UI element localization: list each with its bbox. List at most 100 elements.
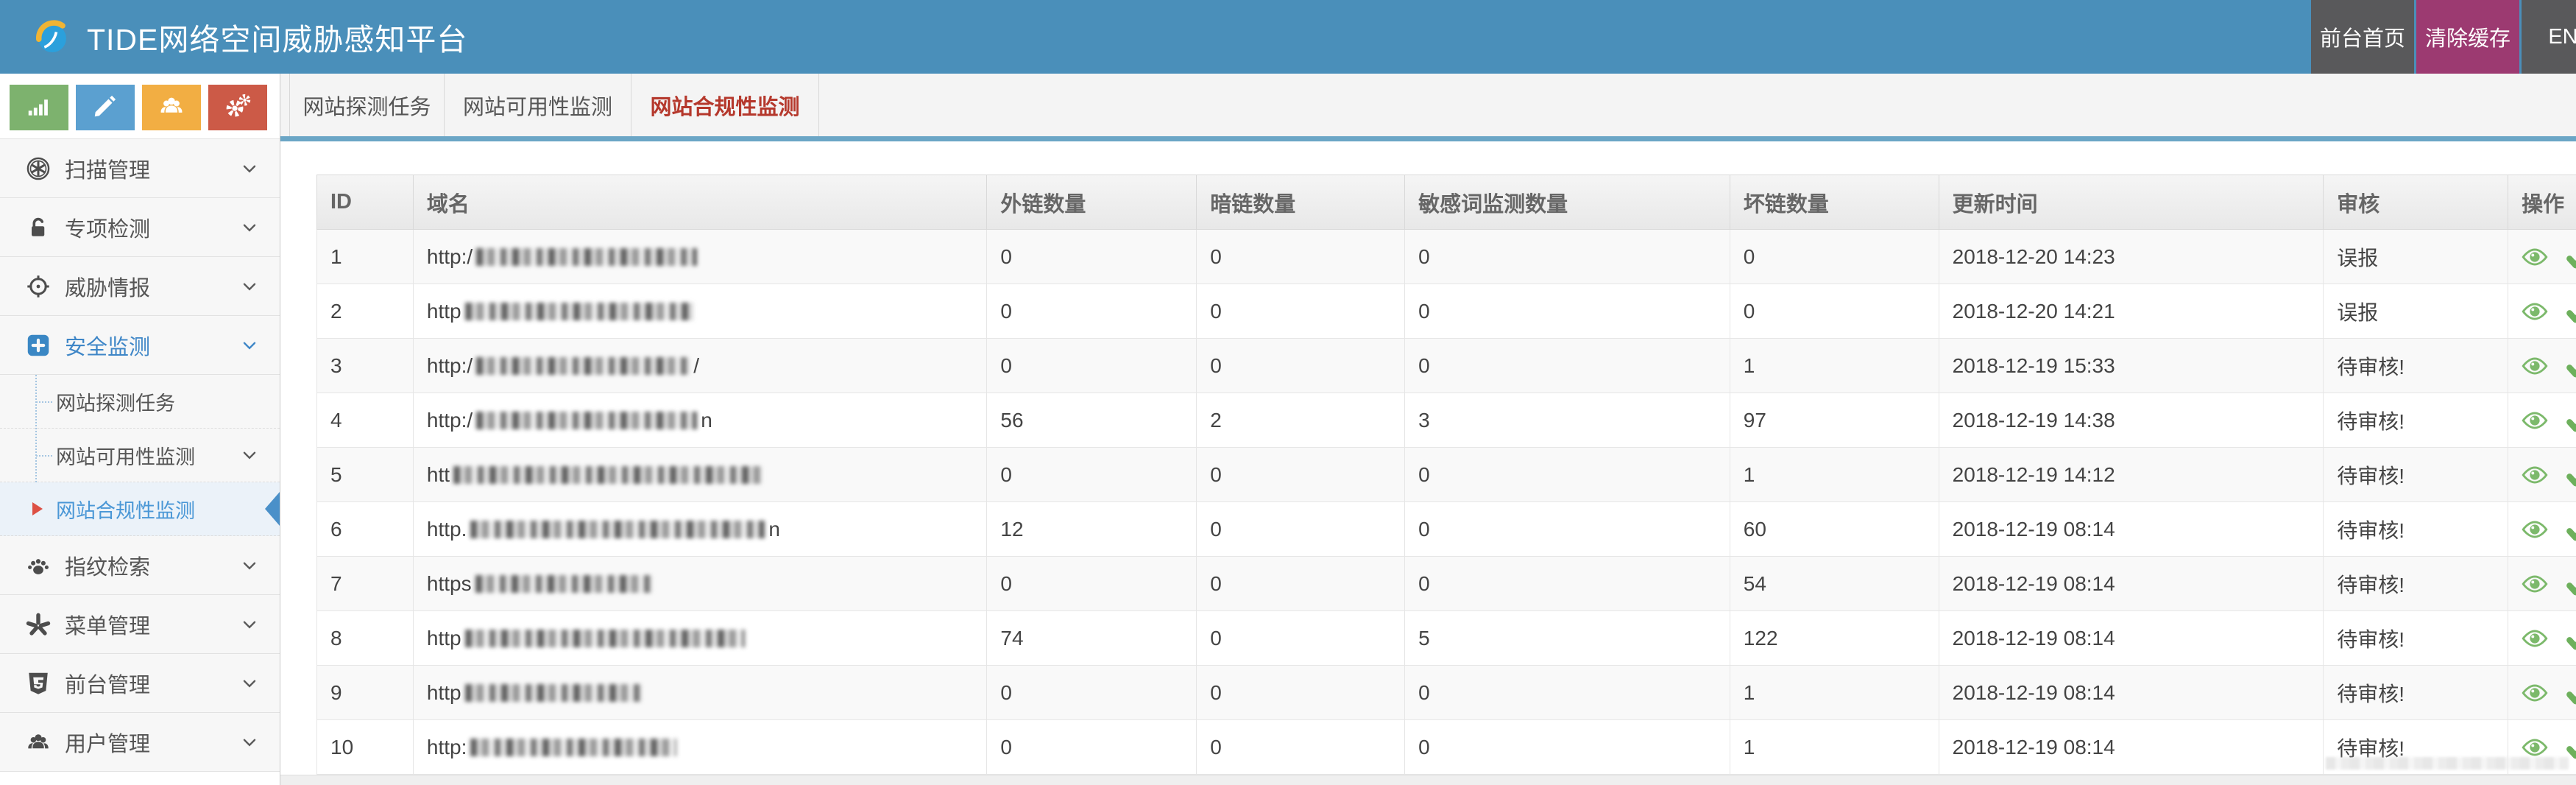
external-links-cell: 74: [986, 611, 1196, 665]
column-header: 域名: [412, 175, 987, 229]
approve-check-icon[interactable]: [2566, 516, 2576, 543]
burst-icon: [25, 611, 52, 638]
view-eye-icon[interactable]: [2522, 571, 2548, 597]
sidebar-subitem-label: 网站可用性监测: [56, 446, 195, 468]
sidebar-subitem[interactable]: 网站探测任务: [0, 375, 280, 429]
broken-links-cell: 0: [1729, 230, 1939, 284]
id-cell: 1: [330, 244, 342, 268]
view-eye-icon[interactable]: [2522, 625, 2548, 652]
domain-prefix: http: [426, 680, 461, 704]
view-eye-icon[interactable]: [2522, 516, 2548, 543]
view-eye-icon[interactable]: [2522, 462, 2548, 488]
sidebar-item[interactable]: 前台管理: [0, 654, 280, 713]
updated-time-cell: 2018-12-20 14:21: [1938, 284, 2324, 338]
view-eye-icon[interactable]: [2522, 680, 2548, 706]
sidebar-item[interactable]: 威胁情报: [0, 257, 280, 316]
approve-check-icon[interactable]: [2566, 625, 2576, 652]
sidebar-item[interactable]: 用户管理: [0, 713, 280, 772]
front-home-button[interactable]: 前台首页: [2311, 0, 2414, 74]
review-status-cell: 待审核!: [2323, 393, 2508, 447]
view-eye-icon[interactable]: [2522, 407, 2548, 434]
external-links-cell: 0: [986, 230, 1196, 284]
sensitive-words-cell: 0: [1404, 502, 1730, 556]
hidden-links-cell: 0: [1196, 720, 1404, 774]
id-cell: 10: [330, 735, 354, 758]
broken-links-cell: 54: [1729, 557, 1939, 610]
column-header: 外链数量: [986, 175, 1196, 229]
sidebar-item[interactable]: 指纹检索: [0, 536, 280, 595]
clear-cache-button[interactable]: 清除缓存: [2416, 0, 2519, 74]
view-eye-icon[interactable]: [2522, 353, 2548, 379]
sidebar-subitem[interactable]: 网站可用性监测: [0, 429, 280, 482]
table-header-row: ID 域名 外链数量 暗链数量 敏感词监测数量 坏链数量 更新时间 审核 操作: [316, 175, 2576, 230]
review-status-cell: 待审核!: [2323, 448, 2508, 501]
pencil-toolbar-button[interactable]: [76, 85, 135, 130]
domain-cell: http:/: [412, 230, 987, 284]
tab-1[interactable]: 网站探测任务: [289, 74, 444, 136]
sidebar-menu: 扫描管理 专项检测威胁情报安全监测网站探测任务网站可用性监测 网站合规性监测指纹检索…: [0, 138, 280, 772]
sidebar-subitem[interactable]: 网站合规性监测: [0, 482, 280, 536]
sensitive-words-cell: 0: [1404, 557, 1730, 610]
gears-icon: [224, 92, 252, 124]
sensitive-words-cell: 0: [1404, 720, 1730, 774]
approve-check-icon[interactable]: [2566, 353, 2576, 379]
sidebar-item[interactable]: 菜单管理: [0, 595, 280, 654]
sidebar-item-label: 安全监测: [65, 335, 151, 359]
table-row: 7 https 0 0 0 54 2018-12-19 08:14 待审核!: [316, 557, 2576, 611]
table-row: 6 http. n 12 0 0 60 2018-12-19 08:14 待审核!: [316, 502, 2576, 557]
approve-check-icon[interactable]: [2566, 680, 2576, 706]
domain-prefix: http:: [426, 735, 467, 758]
domain-prefix: htt: [426, 462, 450, 486]
tree-connector: [36, 401, 52, 403]
tab-2[interactable]: 网站可用性监测: [444, 74, 631, 136]
sensitive-words-cell: 0: [1404, 448, 1730, 501]
domain-prefix: http:/: [426, 244, 473, 268]
updated-time-cell: 2018-12-19 08:14: [1938, 557, 2324, 610]
updated-time-cell: 2018-12-19 08:14: [1938, 720, 2324, 774]
hidden-links-cell: 0: [1196, 284, 1404, 338]
paw-icon: [25, 552, 52, 579]
chevron-down-icon: [240, 615, 259, 634]
updated-time-cell: 2018-12-19 08:14: [1938, 611, 2324, 665]
domain-cell: http:/ n: [412, 393, 987, 447]
chevron-down-icon: [240, 159, 259, 178]
user-group-toolbar-button[interactable]: [142, 85, 201, 130]
sensitive-words-cell: 0: [1404, 666, 1730, 719]
view-eye-icon[interactable]: [2522, 298, 2548, 325]
sidebar-subitem-label: 网站合规性监测: [56, 499, 195, 522]
table-row: 3 http://0 0 0 1 2018-12-19 15:33 待审核!: [316, 339, 2576, 393]
broken-links-cell: 1: [1729, 720, 1939, 774]
sidebar-item[interactable]: 专项检测: [0, 198, 280, 257]
sidebar-item[interactable]: 安全监测: [0, 316, 280, 375]
crosshair-icon: [25, 273, 52, 300]
tab-3[interactable]: 网站合规性监测: [631, 74, 819, 136]
actions-cell: [2508, 393, 2576, 447]
id-cell: 9: [330, 680, 342, 704]
approve-check-icon[interactable]: [2566, 298, 2576, 325]
plus-square-icon: [25, 332, 52, 359]
approve-check-icon[interactable]: [2566, 407, 2576, 434]
active-edge-marker-icon: [265, 492, 280, 526]
view-eye-icon[interactable]: [2522, 244, 2548, 270]
column-header: 审核: [2323, 175, 2508, 229]
sidebar-item[interactable]: 扫描管理: [0, 139, 280, 198]
hidden-links-cell: 0: [1196, 666, 1404, 719]
bar-chart-toolbar-button[interactable]: [10, 85, 68, 130]
approve-check-icon[interactable]: [2566, 244, 2576, 270]
tree-connector: [36, 455, 52, 457]
censored-domain: [464, 629, 745, 647]
domain-prefix: http:/: [426, 408, 473, 432]
table-row: 2 http 0 0 0 0 2018-12-20 14:21 误报: [316, 284, 2576, 339]
id-cell: 6: [330, 517, 342, 541]
external-links-cell: 0: [986, 284, 1196, 338]
actions-cell: [2508, 666, 2576, 719]
gears-toolbar-button[interactable]: [208, 85, 267, 130]
broken-links-cell: 0: [1729, 284, 1939, 338]
language-button[interactable]: ENGLISH: [2522, 0, 2576, 74]
hidden-links-cell: 0: [1196, 339, 1404, 392]
approve-check-icon[interactable]: [2566, 571, 2576, 597]
approve-check-icon[interactable]: [2566, 462, 2576, 488]
table-row: 10 http: 0 0 0 1 2018-12-19 08:14 待审核!: [316, 720, 2576, 775]
table-row: 1 http:/0 0 0 0 2018-12-20 14:23 误报: [316, 230, 2576, 284]
sidebar-item-label: 威胁情报: [65, 276, 151, 300]
